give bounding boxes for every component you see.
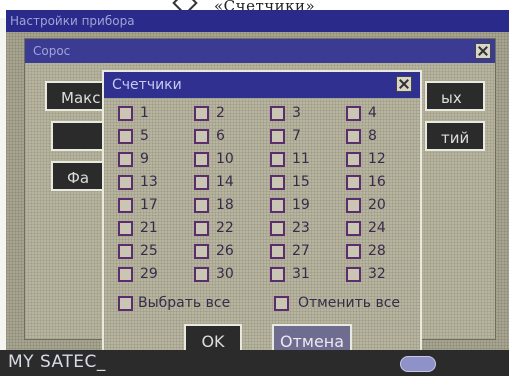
counter-checkbox[interactable]: [118, 175, 133, 190]
counter-label: 32: [368, 266, 386, 282]
counter-checkbox[interactable]: [118, 244, 133, 259]
device-screen: Настройки прибора Сорос Макс ых тий Фа С…: [6, 10, 509, 376]
counter-label: 3: [292, 105, 301, 121]
indicator-icon: [400, 356, 436, 372]
counter-checkbox[interactable]: [118, 221, 133, 236]
close-icon[interactable]: [475, 43, 491, 59]
counter-checkbox[interactable]: [346, 221, 361, 236]
dialog-title: Счетчики: [112, 77, 182, 93]
counter-label: 22: [216, 220, 234, 236]
counter-label: 30: [216, 266, 234, 282]
counter-checkbox[interactable]: [270, 221, 285, 236]
counter-label: 20: [368, 197, 386, 213]
counter-checkbox[interactable]: [194, 152, 209, 167]
deselect-all-label: Отменить все: [298, 295, 401, 311]
counter-label: 31: [292, 266, 310, 282]
counter-label: 21: [140, 220, 158, 236]
counter-checkbox[interactable]: [118, 198, 133, 213]
counter-label: 13: [140, 174, 158, 190]
counter-label: 1: [140, 105, 149, 121]
counter-checkbox[interactable]: [194, 106, 209, 121]
counter-label: 5: [140, 128, 149, 144]
counter-checkbox[interactable]: [270, 244, 285, 259]
background-window-title-text: Сорос: [33, 44, 71, 58]
select-all-label: Выбрать все: [138, 295, 231, 311]
counter-label: 23: [292, 220, 310, 236]
counter-label: 6: [216, 128, 225, 144]
counter-checkbox[interactable]: [194, 175, 209, 190]
max-button-label: Макс: [61, 89, 101, 107]
counter-label: 29: [140, 266, 158, 282]
counter-label: 7: [292, 128, 301, 144]
counter-checkbox[interactable]: [118, 106, 133, 121]
counter-label: 14: [216, 174, 234, 190]
counter-checkbox[interactable]: [270, 267, 285, 282]
counter-label: 4: [368, 105, 377, 121]
actions-button-label: тий: [441, 129, 470, 147]
counter-checkbox[interactable]: [118, 129, 133, 144]
counter-checkbox[interactable]: [346, 152, 361, 167]
counter-checkbox[interactable]: [194, 221, 209, 236]
close-icon[interactable]: [396, 76, 412, 92]
events-button[interactable]: ых: [425, 81, 485, 111]
counter-label: 25: [140, 243, 158, 259]
counter-checkbox[interactable]: [270, 129, 285, 144]
counter-label: 15: [292, 174, 310, 190]
status-label: MY SATEC_: [8, 352, 106, 372]
counter-checkbox[interactable]: [346, 129, 361, 144]
app-title: Настройки прибора: [10, 14, 135, 28]
counter-checkbox[interactable]: [270, 198, 285, 213]
status-bar: MY SATEC_: [0, 350, 509, 376]
counter-label: 24: [368, 220, 386, 236]
deselect-all-checkbox[interactable]: [274, 296, 289, 311]
counter-label: 18: [216, 197, 234, 213]
counter-checkbox[interactable]: [346, 198, 361, 213]
app-titlebar: Настройки прибора: [6, 10, 509, 32]
phase-button-label: Фа: [67, 169, 90, 187]
counter-label: 11: [292, 151, 310, 167]
counter-checkbox[interactable]: [346, 267, 361, 282]
events-button-label: ых: [441, 89, 462, 107]
counter-checkbox[interactable]: [346, 106, 361, 121]
select-all-checkbox[interactable]: [118, 296, 133, 311]
counter-checkbox[interactable]: [194, 198, 209, 213]
counter-label: 28: [368, 243, 386, 259]
counter-checkbox[interactable]: [270, 106, 285, 121]
counter-checkbox[interactable]: [194, 244, 209, 259]
counter-checkbox[interactable]: [270, 152, 285, 167]
counter-label: 10: [216, 151, 234, 167]
counter-label: 2: [216, 105, 225, 121]
counter-label: 27: [292, 243, 310, 259]
counters-dialog: Счетчики 1 2 3 4 5 6 7 8 9 10 11 12 13 14 15 16 17 18 19 20…: [102, 70, 422, 368]
dialog-titlebar: Счетчики: [104, 72, 420, 98]
counter-checkbox[interactable]: [118, 267, 133, 282]
counter-label: 8: [368, 128, 377, 144]
counter-checkbox[interactable]: [346, 175, 361, 190]
counter-checkbox[interactable]: [346, 244, 361, 259]
counter-checkbox[interactable]: [118, 152, 133, 167]
counter-label: 17: [140, 197, 158, 213]
counter-label: 26: [216, 243, 234, 259]
actions-button[interactable]: тий: [425, 121, 485, 151]
counter-checkbox[interactable]: [270, 175, 285, 190]
background-window-title: Сорос: [25, 39, 495, 63]
counter-label: 16: [368, 174, 386, 190]
counter-checkbox[interactable]: [194, 267, 209, 282]
counter-checkbox[interactable]: [194, 129, 209, 144]
counter-label: 19: [292, 197, 310, 213]
counter-label: 9: [140, 151, 149, 167]
counter-label: 12: [368, 151, 386, 167]
